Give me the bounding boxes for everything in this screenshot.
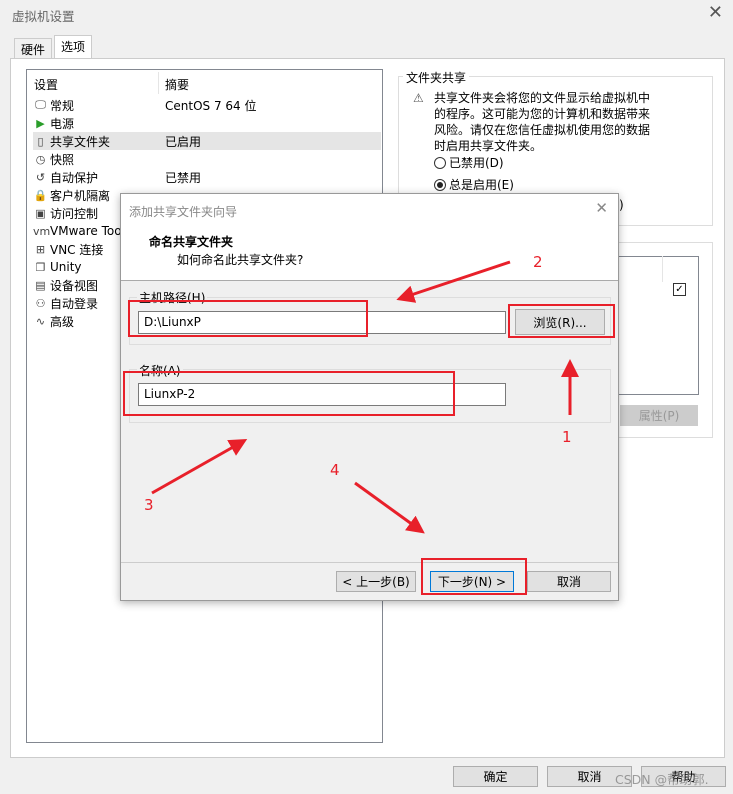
- annotation-1: 1: [562, 428, 572, 446]
- arrow-4: [354, 481, 425, 534]
- annotation-arrows: [151, 260, 579, 534]
- annotation-3: 3: [144, 496, 154, 514]
- annotation-2: 2: [533, 253, 543, 271]
- arrow-3: [151, 439, 248, 495]
- annotation-4: 4: [330, 461, 340, 479]
- arrow-2: [396, 260, 511, 303]
